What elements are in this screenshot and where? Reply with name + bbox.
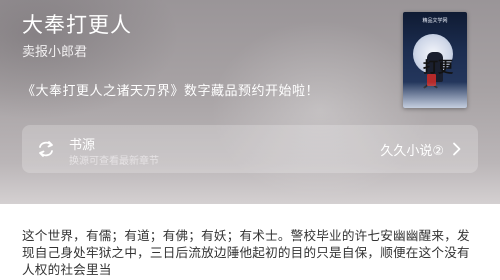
book-header: 大奉打更人 卖报小郎君 《大奉打更人之诸天万界》数字藏品预约开始啦！ 精品文学网… — [0, 0, 500, 204]
source-label: 书源 — [69, 138, 96, 153]
source-selector[interactable]: 书源 换源可查看最新章节 久久小说② — [22, 125, 478, 173]
book-author[interactable]: 卖报小郎君 — [22, 41, 87, 60]
swap-icon — [39, 141, 53, 157]
book-cover[interactable]: 精品文学网 打更人 — [403, 12, 467, 108]
header-glow — [210, 20, 430, 200]
source-value: 久久小说② — [380, 144, 444, 159]
source-hint: 换源可查看最新章节 — [69, 156, 159, 167]
book-title: 大奉打更人 — [22, 13, 132, 37]
book-intro[interactable]: 这个世界，有儒；有道；有佛；有妖；有术士。警校毕业的许七安幽幽醒来，发现自己身处… — [22, 227, 482, 278]
cover-publisher: 精品文学网 — [422, 18, 448, 24]
cover-fog — [403, 82, 467, 108]
chevron-right-icon — [453, 142, 461, 156]
announcement-text[interactable]: 《大奉打更人之诸天万界》数字藏品预约开始啦！ — [22, 80, 319, 99]
